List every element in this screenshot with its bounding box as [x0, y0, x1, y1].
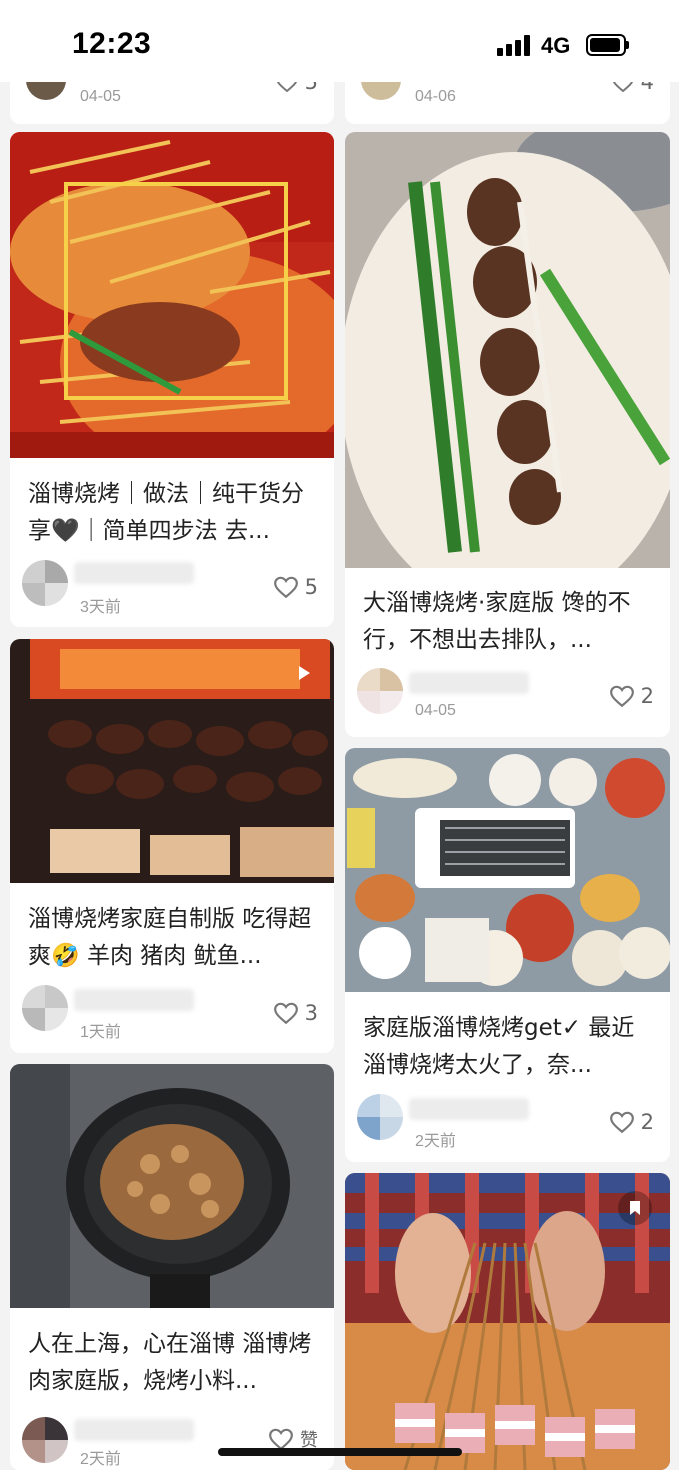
avatar[interactable]	[357, 1094, 403, 1140]
post-image[interactable]	[345, 1173, 670, 1470]
feed-card[interactable]: 淄博烧烤家庭自制版 吃得超爽🤣 羊肉 猪肉 鱿鱼... 1天前 3	[10, 639, 334, 1053]
feed-card[interactable]	[345, 1173, 670, 1470]
author-name[interactable]	[74, 989, 194, 1011]
heart-outline-icon	[273, 576, 298, 599]
like-count: 5	[304, 575, 318, 599]
post-date: 04-05	[415, 702, 456, 719]
like-button[interactable]: 2	[609, 1110, 654, 1134]
avatar[interactable]	[357, 668, 403, 714]
post-image[interactable]	[345, 132, 670, 568]
avatar[interactable]	[22, 1417, 68, 1463]
status-time: 12:23	[72, 27, 152, 60]
author-name[interactable]	[409, 1098, 529, 1120]
feed-card[interactable]: 家庭版淄博烧烤get✓ 最近淄博烧烤太火了，奈... 2天前 2	[345, 748, 670, 1162]
post-date: 3天前	[80, 599, 121, 616]
post-title[interactable]: 人在上海，心在淄博 淄博烤肉家庭版，烧烤小料...	[28, 1326, 320, 1400]
avatar[interactable]	[22, 985, 68, 1031]
post-title[interactable]: 大淄博烧烤·家庭版 馋的不行，不想出去排队，...	[363, 585, 656, 659]
like-button[interactable]: 3	[273, 1001, 318, 1025]
like-count: 2	[640, 1110, 654, 1134]
post-title[interactable]: 淄博烧烤家庭自制版 吃得超爽🤣 羊肉 猪肉 鱿鱼...	[28, 901, 320, 975]
heart-outline-icon	[273, 1002, 298, 1025]
avatar[interactable]	[22, 560, 68, 606]
author-name[interactable]	[409, 672, 529, 694]
like-count: 2	[640, 684, 654, 708]
post-date: 1天前	[80, 1024, 121, 1041]
post-title[interactable]: 家庭版淄博烧烤get✓ 最近淄博烧烤太火了，奈...	[363, 1010, 656, 1084]
post-title[interactable]: 淄博烧烤｜做法｜纯干货分享🖤｜简单四步法 去...	[28, 476, 320, 550]
like-count: 3	[304, 1001, 318, 1025]
like-button[interactable]: 2	[609, 684, 654, 708]
play-icon	[299, 666, 310, 680]
home-indicator[interactable]	[218, 1448, 462, 1456]
post-image[interactable]	[10, 639, 334, 883]
post-image[interactable]	[10, 132, 334, 458]
feed-card[interactable]: 人在上海，心在淄博 淄博烤肉家庭版，烧烤小料... 2天前 赞	[10, 1064, 334, 1470]
network-label: 4G	[541, 33, 571, 58]
post-date: 2天前	[80, 1451, 121, 1468]
bookmark-icon[interactable]	[618, 1191, 652, 1225]
heart-outline-icon	[609, 1111, 634, 1134]
like-button[interactable]: 5	[273, 575, 318, 599]
post-date: 04-06	[415, 88, 456, 105]
signal-bars-icon	[497, 34, 533, 56]
author-name[interactable]	[74, 1419, 194, 1441]
author-name[interactable]	[74, 562, 194, 584]
feed-card[interactable]: 大淄博烧烤·家庭版 馋的不行，不想出去排队，... 04-05 2	[345, 132, 670, 737]
post-image[interactable]	[345, 748, 670, 992]
feed-card[interactable]: 淄博烧烤｜做法｜纯干货分享🖤｜简单四步法 去... 3天前 5	[10, 132, 334, 627]
battery-icon	[586, 34, 629, 56]
status-bar: 12:23 4G	[0, 0, 679, 82]
post-date: 04-05	[80, 88, 121, 105]
heart-outline-icon	[609, 685, 634, 708]
post-date: 2天前	[415, 1133, 456, 1150]
post-image[interactable]	[10, 1064, 334, 1308]
